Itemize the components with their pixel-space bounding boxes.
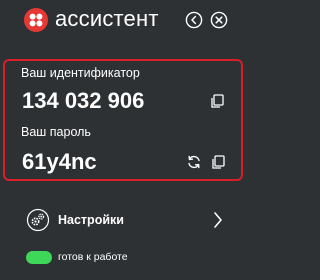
password-label: Ваш пароль (21, 125, 91, 139)
refresh-icon[interactable] (186, 154, 202, 170)
settings-label: Настройки (58, 213, 124, 227)
header: ассистент (0, 0, 250, 42)
settings-row[interactable]: Настройки (0, 203, 250, 237)
id-value: 134 032 906 (22, 88, 145, 113)
back-circle-icon[interactable] (185, 11, 203, 29)
password-value: 61y4nc (22, 149, 97, 174)
app-logo (24, 8, 48, 32)
status-label: готов к работе (58, 251, 128, 263)
gears-icon (26, 208, 50, 232)
copy-id-icon[interactable] (209, 93, 225, 109)
copy-password-icon[interactable] (210, 154, 226, 170)
status-row: готов к работе (0, 248, 250, 272)
app-title: ассистент (55, 6, 159, 31)
chevron-right-icon (212, 211, 224, 229)
close-circle-icon[interactable] (210, 11, 228, 29)
id-label: Ваш идентификатор (21, 66, 140, 80)
status-toggle[interactable] (26, 251, 52, 264)
